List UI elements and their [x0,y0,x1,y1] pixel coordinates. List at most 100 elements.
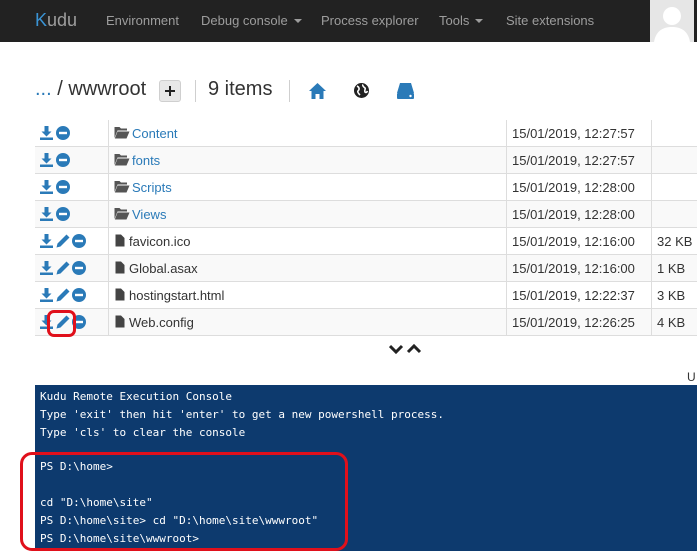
folder-open-icon [114,127,130,139]
home-icon[interactable] [308,82,327,100]
download-icon[interactable] [40,153,53,167]
cell-divider [506,228,507,255]
cell-divider [108,255,109,282]
breadcrumb: ... / wwwroot [35,78,146,101]
delete-icon[interactable] [56,153,70,167]
nav-debug-console[interactable]: Debug console [201,13,302,28]
cell-divider [651,174,652,201]
cell-divider [506,147,507,174]
delete-icon[interactable] [72,288,86,302]
truncated-label: U [687,370,696,384]
file-icon [115,288,125,301]
file-row: hostingstart.html 15/01/2019, 12:22:37 3… [35,282,697,309]
cell-divider [108,147,109,174]
file-icon [115,261,125,274]
folder-name-link[interactable]: Scripts [132,180,172,195]
cell-divider [651,147,652,174]
cell-divider [506,255,507,282]
nav-environment[interactable]: Environment [106,13,179,28]
cell-divider [108,174,109,201]
new-item-plus-button[interactable] [159,80,181,102]
download-icon[interactable] [40,234,53,248]
edit-highlight-annotation [47,310,76,337]
file-row: Web.config 15/01/2019, 12:26:25 4 KB [35,309,697,336]
modified-date: 15/01/2019, 12:16:00 [512,234,635,249]
modified-date: 15/01/2019, 12:16:00 [512,261,635,276]
file-row: Global.asax 15/01/2019, 12:16:00 1 KB [35,255,697,282]
cell-divider [506,282,507,309]
console-highlight-annotation [20,452,348,551]
file-size: 3 KB [657,288,686,303]
nav-debug-console-label: Debug console [201,13,288,28]
folder-name-link[interactable]: Content [132,126,178,141]
caret-down-icon [293,19,302,23]
download-icon[interactable] [40,207,53,221]
folder-open-icon [114,181,130,193]
delete-icon[interactable] [56,207,70,221]
download-icon[interactable] [40,261,53,275]
drive-icon[interactable] [396,82,415,100]
file-name[interactable]: favicon.ico [129,234,190,249]
modified-date: 15/01/2019, 12:26:25 [512,315,635,330]
file-name[interactable]: hostingstart.html [129,288,224,303]
download-icon[interactable] [40,288,53,302]
user-silhouette-icon [650,0,694,42]
console-line: Type 'exit' then hit 'enter' to get a ne… [40,408,444,421]
folder-name-link[interactable]: fonts [132,153,160,168]
file-row: fonts 15/01/2019, 12:27:57 [35,147,697,174]
header-divider [289,80,290,102]
cell-divider [506,174,507,201]
cell-divider [506,201,507,228]
header-divider [195,80,196,102]
user-avatar[interactable] [650,0,694,42]
file-row: favicon.ico 15/01/2019, 12:16:00 32 KB [35,228,697,255]
download-icon[interactable] [40,180,53,194]
cell-divider [108,282,109,309]
breadcrumb-ellipsis-link[interactable]: ... [35,78,52,100]
cell-divider [506,309,507,336]
chevron-down-icon [389,344,404,355]
file-icon [115,234,125,247]
cell-divider [108,309,109,336]
chevron-up-icon [406,343,422,354]
folder-open-icon [114,208,130,220]
breadcrumb-current: / wwwroot [51,78,147,100]
edit-icon[interactable] [56,261,70,275]
cell-divider [651,120,652,147]
delete-icon[interactable] [56,180,70,194]
delete-icon[interactable] [56,126,70,140]
cell-divider [651,228,652,255]
item-count: 9 items [208,78,273,100]
top-navbar: Kudu Environment Debug console Process e… [0,0,697,42]
cell-divider [651,201,652,228]
cell-divider [651,309,652,336]
kudu-brand-link[interactable]: Kudu [35,10,77,31]
cell-divider [651,255,652,282]
globe-icon[interactable] [353,82,370,99]
edit-icon[interactable] [56,288,70,302]
cell-divider [108,228,109,255]
file-name[interactable]: Web.config [129,315,194,330]
file-name[interactable]: Global.asax [129,261,198,276]
modified-date: 15/01/2019, 12:28:00 [512,180,635,195]
nav-tools[interactable]: Tools [439,13,484,28]
edit-icon[interactable] [56,234,70,248]
file-size: 4 KB [657,315,686,330]
nav-process-explorer[interactable]: Process explorer [321,13,419,28]
resize-toggle[interactable] [389,343,425,355]
file-row: Views 15/01/2019, 12:28:00 [35,201,697,228]
brand-rest: udu [47,10,78,30]
delete-icon[interactable] [72,234,86,248]
caret-down-icon [475,19,484,23]
delete-icon[interactable] [72,261,86,275]
folder-name-link[interactable]: Views [132,207,166,222]
download-icon[interactable] [40,126,53,140]
file-size: 32 KB [657,234,693,249]
cell-divider [506,120,507,147]
folder-open-icon [114,154,130,166]
modified-date: 15/01/2019, 12:22:37 [512,288,635,303]
file-row: Content 15/01/2019, 12:27:57 [35,120,697,147]
file-size: 1 KB [657,261,686,276]
cell-divider [108,201,109,228]
nav-site-extensions[interactable]: Site extensions [506,13,594,28]
